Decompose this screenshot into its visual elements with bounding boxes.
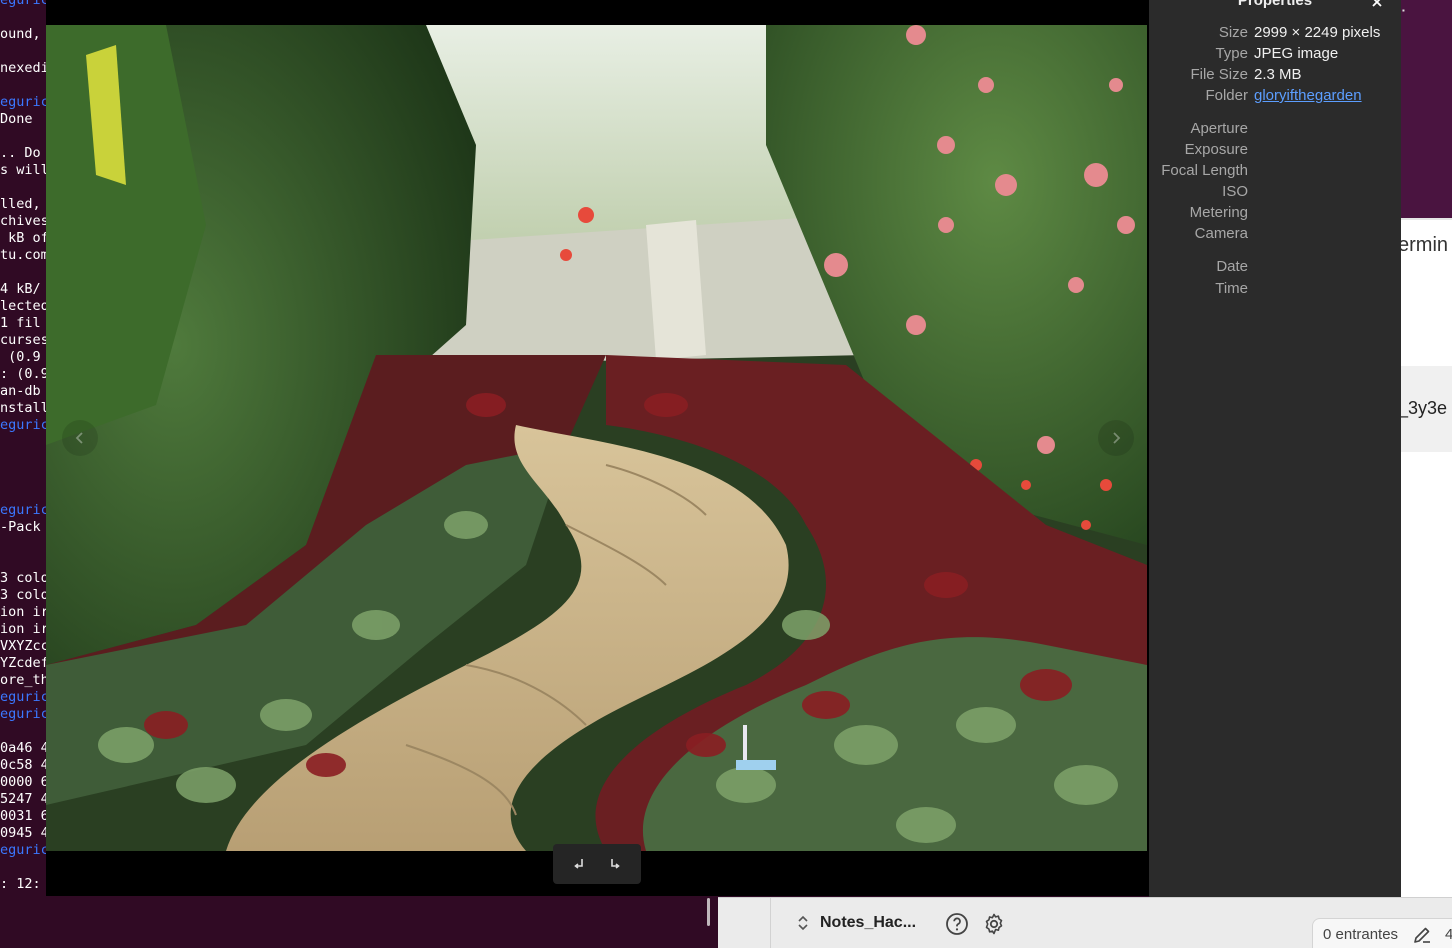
chevron-right-icon (1113, 432, 1121, 444)
terminal-scrollbar[interactable] (707, 898, 710, 926)
terminal-line: 0c58 4 (0, 757, 49, 773)
terminal-line: ore_th (0, 672, 49, 688)
property-label: Focal Length (1161, 162, 1248, 179)
rotate-toolbar (553, 844, 641, 884)
property-row-iso: ISO (1149, 183, 1401, 204)
terminal-line: nstall (0, 400, 49, 416)
rotate-left-button[interactable] (565, 850, 593, 878)
panel-title: Properties (1237, 0, 1313, 9)
property-label: Metering (1189, 204, 1248, 221)
terminal-line: s will (0, 162, 49, 178)
notes-heading-fragment: ermin (1398, 234, 1449, 256)
property-value: JPEG image (1254, 45, 1339, 62)
terminal-line: kB of (0, 230, 49, 246)
property-label: Camera (1194, 225, 1248, 242)
property-label: Size (1218, 24, 1248, 41)
terminal-line: eguric (0, 706, 49, 722)
terminal-line: 1 fil (0, 315, 41, 331)
property-row-aperture: Aperture (1149, 120, 1401, 141)
background-notes-app (1400, 0, 1452, 948)
property-row-focal-length: Focal Length (1149, 162, 1401, 183)
terminal-line: 5247 4 (0, 791, 49, 807)
terminal-line: : 12: (0, 876, 41, 892)
property-label: File Size (1190, 66, 1248, 83)
terminal-line: lecteo (0, 298, 49, 314)
property-row-folder: Folder gloryifthegarden (1149, 87, 1401, 108)
word-count-fragment: 4 (1445, 926, 1452, 943)
terminal-line: 3 colo (0, 587, 49, 603)
terminal-line: : (0.9 (0, 366, 49, 382)
properties-panel: Properties Size 2999 × 2249 pixels Type JPE… (1149, 0, 1401, 897)
vault-name: Notes_Hac... (820, 914, 917, 931)
property-value: 2999 × 2249 pixels (1254, 24, 1381, 41)
background-thumbnail: ▪ (1402, 6, 1405, 15)
garden-path-photo (46, 25, 1147, 851)
previous-image-button[interactable] (62, 420, 98, 456)
property-label: Aperture (1190, 120, 1248, 137)
terminal-line: 0031 6 (0, 808, 49, 824)
close-icon (1372, 0, 1382, 7)
property-row-camera: Camera (1149, 225, 1401, 246)
terminal-line: 0000 6 (0, 774, 49, 790)
image-viewer-window (46, 0, 1149, 896)
property-row-time: Time (1149, 280, 1401, 301)
terminal-line: chives (0, 213, 49, 229)
property-label: Date (1216, 258, 1248, 275)
vault-switcher[interactable]: Notes_Hac... (796, 913, 916, 933)
terminal-line: nexedi (0, 60, 49, 76)
property-row-date: Date (1149, 258, 1401, 279)
terminal-line: an-db (0, 383, 41, 399)
property-label: Type (1215, 45, 1248, 62)
property-value: 2.3 MB (1254, 66, 1302, 83)
terminal-line: curses (0, 332, 49, 348)
property-label: ISO (1222, 183, 1248, 200)
terminal-line: .. Do (0, 145, 41, 161)
terminal-line: 3 colo (0, 570, 49, 586)
terminal-line: -Pack (0, 519, 41, 535)
property-row-metering: Metering (1149, 204, 1401, 225)
terminal-line: ion ir (0, 621, 49, 637)
divider (770, 898, 771, 948)
terminal-line: ion ir (0, 604, 49, 620)
terminal-line: ound, (0, 26, 41, 42)
notes-content-area-lower (1400, 452, 1452, 912)
divider (1400, 218, 1452, 220)
rotate-right-button[interactable] (601, 850, 629, 878)
terminal-line: lled, (0, 196, 41, 212)
terminal-line: eguric (0, 0, 49, 8)
terminal-line: VXYZcc (0, 638, 49, 654)
terminal-line: Done (0, 111, 33, 127)
property-row-type: Type JPEG image (1149, 45, 1401, 66)
terminal-line: eguric (0, 689, 49, 705)
folder-link[interactable]: gloryifthegarden (1254, 87, 1362, 104)
property-row-file-size: File Size 2.3 MB (1149, 66, 1401, 87)
property-row-exposure: Exposure (1149, 141, 1401, 162)
chevron-left-icon (75, 432, 83, 444)
terminal-line: eguric (0, 502, 49, 518)
property-row-size: Size 2999 × 2249 pixels (1149, 24, 1401, 45)
notes-code-fragment: _3y3e (1398, 398, 1448, 418)
terminal-line: tu.com (0, 247, 49, 263)
rotate-left-icon (574, 859, 583, 869)
gear-icon[interactable] (982, 912, 1006, 936)
next-image-button[interactable] (1098, 420, 1134, 456)
terminal-line: eguric (0, 417, 49, 433)
property-label: Exposure (1184, 141, 1248, 158)
terminal-line: 4 kB/ (0, 281, 41, 297)
terminal-line: eguric (0, 842, 49, 858)
backlinks-status[interactable]: 0 entrantes (1323, 926, 1398, 943)
property-label: Time (1215, 280, 1248, 297)
terminal-line: YZcdef (0, 655, 49, 671)
help-icon[interactable] (945, 912, 969, 936)
property-label: Folder (1205, 87, 1248, 104)
terminal-line: 0945 4 (0, 825, 49, 841)
terminal-line: 0a46 4 (0, 740, 49, 756)
rotate-right-icon (611, 859, 620, 869)
edit-icon[interactable] (1412, 925, 1432, 945)
terminal-line: eguric (0, 94, 49, 110)
close-button[interactable] (1369, 0, 1385, 10)
chevron-up-down-icon (796, 913, 810, 933)
terminal-line: (0.9 (0, 349, 41, 365)
